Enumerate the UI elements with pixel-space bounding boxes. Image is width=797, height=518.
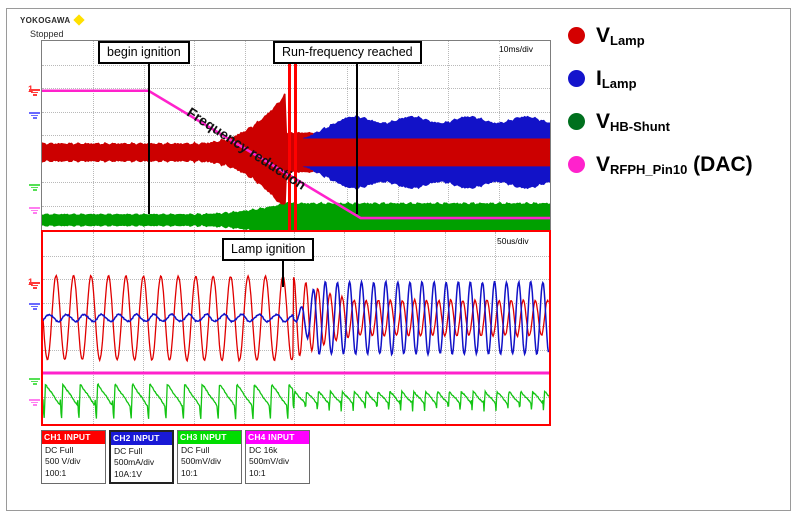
channel-settings-row: CH1 INPUT DC Full 500 V/div 100:1 CH2 IN… (41, 430, 310, 485)
brand-diamond-icon (73, 14, 86, 26)
callout-run-frequency-reached[interactable]: Run-frequency reached (273, 41, 422, 65)
legend-label-v-hb-shunt: VHB-Shunt (596, 110, 670, 134)
signal-legend: VLamp ILamp VHB-Shunt VRFPH_Pin10 (DAC) (568, 25, 753, 197)
channel-coupling-ch3: DC Full (181, 444, 210, 455)
channel-box-ch2[interactable]: CH2 INPUT DC Full 500mA/div 10A:1V (109, 430, 174, 485)
legend-label-v-lamp: VLamp (596, 24, 645, 48)
channel-header-ch3: CH3 INPUT (178, 431, 241, 444)
legend-dot-v-rfph-pin10 (568, 156, 585, 173)
channel-probe-ch1: 100:1 (45, 467, 67, 478)
ch1-ground-marker-top[interactable] (29, 89, 40, 98)
legend-dot-v-hb-shunt (568, 113, 585, 130)
channel-probe-ch2: 10A:1V (114, 468, 142, 479)
zoom-cursor-left[interactable] (288, 41, 291, 230)
channel-scale-ch4: 500mV/div (249, 456, 290, 467)
channel-box-ch1[interactable]: CH1 INPUT DC Full 500 V/div 100:1 (41, 430, 106, 485)
legend-label-v-rfph-pin10: VRFPH_Pin10 (DAC) (596, 153, 753, 177)
callout-lamp-ignition[interactable]: Lamp ignition (222, 238, 315, 262)
ch2-ground-marker-bottom[interactable] (29, 303, 40, 312)
legend-dot-v-lamp (568, 27, 585, 44)
channel-box-ch4[interactable]: CH4 INPUT DC 16k 500mV/div 10:1 (245, 430, 310, 485)
legend-item-v-hb-shunt: VHB-Shunt (568, 110, 753, 134)
channel-probe-ch3: 10:1 (181, 467, 198, 478)
channel-header-ch1: CH1 INPUT (42, 431, 105, 444)
channel-scale-ch3: 500mV/div (181, 456, 222, 467)
leader-lamp-ignition (282, 259, 284, 287)
timebase-label-top: 10ms/div (498, 44, 535, 54)
channel-coupling-ch4: DC 16k (249, 444, 278, 455)
ch1-ground-marker-bottom[interactable] (29, 282, 40, 291)
ch3-ground-marker-top[interactable] (29, 184, 40, 193)
ch3-ground-marker-bottom[interactable] (29, 378, 40, 387)
timebase-label-bottom: 50us/div (496, 236, 530, 246)
legend-label-i-lamp: ILamp (596, 67, 637, 91)
oscilloscope-screenshot: YOKOGAWA Stopped 1 (0, 0, 797, 518)
channel-header-ch2: CH2 INPUT (111, 432, 172, 445)
waveform-panel-top[interactable] (41, 40, 551, 230)
channel-box-ch3[interactable]: CH3 INPUT DC Full 500mV/div 10:1 (177, 430, 242, 485)
channel-coupling-ch1: DC Full (45, 444, 74, 455)
legend-item-v-rfph-pin10: VRFPH_Pin10 (DAC) (568, 153, 753, 177)
leader-begin-ignition (148, 62, 150, 214)
channel-coupling-ch2: DC Full (114, 445, 143, 456)
device-brand-block: YOKOGAWA Stopped (20, 10, 86, 39)
callout-begin-ignition[interactable]: begin ignition (98, 41, 190, 65)
zoom-cursor-right[interactable] (294, 41, 297, 230)
legend-dot-i-lamp (568, 70, 585, 87)
channel-header-ch4: CH4 INPUT (246, 431, 309, 444)
channel-probe-ch4: 10:1 (249, 467, 266, 478)
yokogawa-logo: YOKOGAWA (20, 16, 71, 25)
ch4-ground-marker-bottom[interactable] (29, 399, 40, 408)
ch2-ground-marker-top[interactable] (29, 112, 40, 121)
ch4-ground-marker-top[interactable] (29, 207, 40, 216)
channel-scale-ch2: 500mA/div (114, 457, 155, 468)
acquisition-status: Stopped (30, 29, 64, 39)
channel-scale-ch1: 500 V/div (45, 456, 81, 467)
legend-item-v-lamp: VLamp (568, 24, 753, 48)
leader-run-frequency-reached (356, 62, 358, 214)
legend-item-i-lamp: ILamp (568, 67, 753, 91)
